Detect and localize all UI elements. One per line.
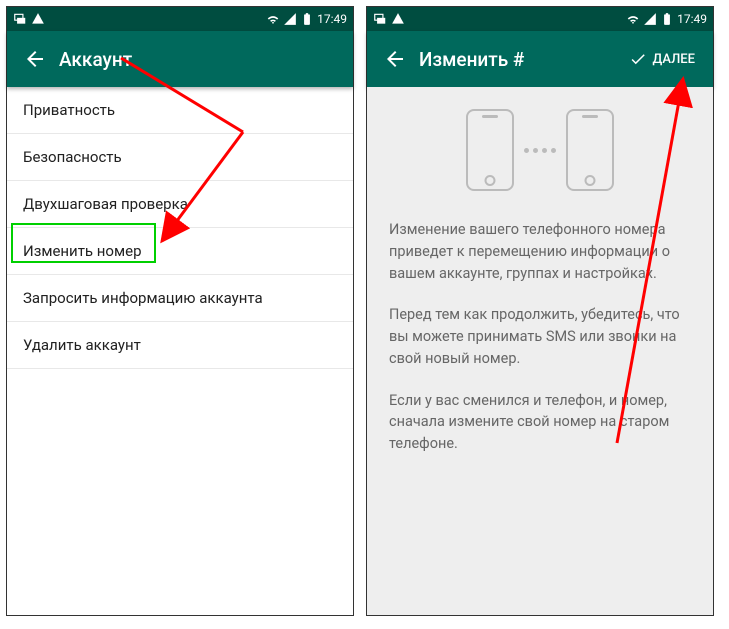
list-item-delete-account[interactable]: Удалить аккаунт xyxy=(7,322,353,369)
list-item-two-step[interactable]: Двухшаговая проверка xyxy=(7,181,353,228)
back-button[interactable] xyxy=(375,39,415,79)
info-paragraph-3: Если у вас сменился и телефон, и номер, … xyxy=(389,390,691,455)
wifi-icon xyxy=(626,12,640,26)
app-bar: Изменить # ДАЛЕЕ xyxy=(367,31,713,87)
phone-new-icon xyxy=(566,109,614,191)
transfer-dots-icon xyxy=(524,148,556,153)
next-label: ДАЛЕЕ xyxy=(653,52,695,67)
phone-left: 17:49 Аккаунт Приватность Безопасность Д… xyxy=(6,6,354,616)
info-paragraph-1: Изменение вашего телефонного номера прив… xyxy=(389,219,691,284)
status-bar: 17:49 xyxy=(7,7,353,31)
list-item-request-info[interactable]: Запросить информацию аккаунта xyxy=(7,275,353,322)
phones-illustration xyxy=(389,109,691,191)
signal-icon xyxy=(643,12,657,26)
phone-right: 17:49 Изменить # ДАЛЕЕ Изменение вашего … xyxy=(366,6,714,616)
list-item-privacy[interactable]: Приватность xyxy=(7,87,353,134)
battery-icon xyxy=(660,12,674,26)
settings-list: Приватность Безопасность Двухшаговая про… xyxy=(7,87,353,615)
status-time: 17:49 xyxy=(317,12,347,26)
wifi-icon xyxy=(266,12,280,26)
battery-icon xyxy=(300,12,314,26)
signal-icon xyxy=(283,12,297,26)
next-button[interactable]: ДАЛЕЕ xyxy=(619,39,705,79)
arrow-back-icon xyxy=(383,47,407,71)
page-title: Изменить # xyxy=(419,48,524,71)
check-icon xyxy=(629,50,647,68)
overlay-icon xyxy=(13,12,27,26)
status-bar: 17:49 xyxy=(367,7,713,31)
status-time: 17:49 xyxy=(677,12,707,26)
change-number-info: Изменение вашего телефонного номера прив… xyxy=(367,87,713,615)
warning-icon xyxy=(391,12,405,26)
list-item-security[interactable]: Безопасность xyxy=(7,134,353,181)
list-item-change-number[interactable]: Изменить номер xyxy=(7,228,353,275)
arrow-back-icon xyxy=(23,47,47,71)
app-bar: Аккаунт xyxy=(7,31,353,87)
back-button[interactable] xyxy=(15,39,55,79)
page-title: Аккаунт xyxy=(59,48,132,71)
info-paragraph-2: Перед тем как продолжить, убедитесь, что… xyxy=(389,304,691,369)
overlay-icon xyxy=(373,12,387,26)
warning-icon xyxy=(31,12,45,26)
phone-old-icon xyxy=(466,109,514,191)
